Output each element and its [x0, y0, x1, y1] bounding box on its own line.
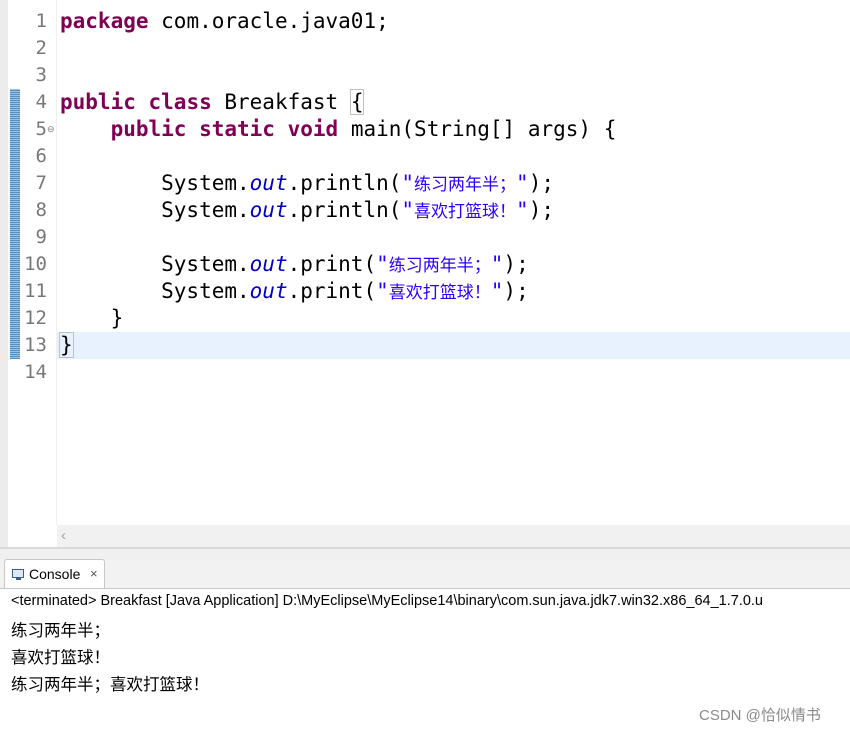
code-token: .println(: [287, 198, 402, 222]
keyword-token: static: [199, 117, 275, 141]
line-number: 4: [35, 91, 47, 113]
field-token: out: [249, 252, 288, 276]
code-line[interactable]: System.out.print("练习两年半；");: [60, 251, 850, 278]
keyword-token: public: [110, 117, 187, 141]
matching-bracket: }: [59, 332, 74, 358]
line-number: 14: [24, 361, 47, 383]
string-literal: "练习两年半；": [401, 171, 529, 195]
chevron-left-icon[interactable]: ‹: [61, 527, 66, 544]
console-output-line: 喜欢打篮球！: [11, 648, 110, 667]
tab-console-label: Console: [29, 566, 81, 582]
code-line[interactable]: [60, 143, 850, 170]
csdn-watermark: CSDN @恰似情书: [699, 707, 821, 724]
code-line[interactable]: package com.oracle.java01;: [60, 8, 850, 35]
code-token: System.: [60, 198, 250, 222]
code-line[interactable]: public class Breakfast {: [60, 89, 850, 116]
code-line[interactable]: [60, 224, 850, 251]
code-editor[interactable]: 1 2 3 4 5 6 7 8 9 10 11 12 13 14 package com.oracle.j…: [0, 0, 850, 549]
code-token: .print(: [287, 252, 377, 276]
string-literal: "练习两年半；": [376, 252, 504, 276]
code-line[interactable]: }: [60, 305, 850, 332]
code-token: );: [528, 198, 554, 222]
console-output-line: 练习两年半；喜欢打篮球！: [11, 675, 209, 694]
view-separator: [0, 549, 850, 559]
code-token: Breakfast: [211, 90, 351, 114]
line-number: 10: [24, 253, 47, 275]
line-number: 11: [24, 280, 47, 302]
field-token: out: [249, 279, 288, 303]
current-code-line[interactable]: }: [57, 332, 850, 359]
code-line[interactable]: System.out.println("练习两年半；");: [60, 170, 850, 197]
code-token: );: [528, 171, 554, 195]
code-line[interactable]: System.out.println("喜欢打篮球！");: [60, 197, 850, 224]
code-token: }: [60, 306, 124, 330]
line-number: 1: [35, 10, 47, 32]
line-number: 12: [24, 307, 47, 329]
code-token: System.: [60, 171, 250, 195]
keyword-token: void: [287, 117, 339, 141]
line-number: 13: [24, 334, 47, 356]
line-number-ruler: 1 2 3 4 5 6 7 8 9 10 11 12 13 14: [20, 0, 57, 525]
collapse-icon[interactable]: ⊖: [47, 116, 55, 143]
code-line[interactable]: [60, 359, 850, 386]
code-line[interactable]: public static void main(String[] args) {: [60, 116, 850, 143]
code-token: com.oracle.java01;: [148, 9, 389, 33]
code-token: System.: [60, 252, 250, 276]
field-token: out: [249, 171, 288, 195]
code-token: );: [503, 252, 529, 276]
keyword-token: public: [60, 90, 136, 114]
tab-console[interactable]: Console ×: [4, 559, 105, 588]
line-number: 9: [35, 226, 47, 248]
console-view: Console × <terminated> Breakfast [Java A…: [0, 559, 850, 733]
code-token: );: [503, 279, 529, 303]
editor-left-strip: [0, 0, 8, 549]
code-token: .println(: [287, 171, 402, 195]
code-token: .print(: [287, 279, 377, 303]
gutter-separator: [56, 0, 57, 525]
horizontal-scrollbar[interactable]: ‹: [57, 525, 850, 547]
line-number: 5: [35, 118, 47, 140]
line-number: 3: [35, 64, 47, 86]
code-line[interactable]: [60, 35, 850, 62]
code-line[interactable]: System.out.print("喜欢打篮球！");: [60, 278, 850, 305]
console-tab-bar: Console ×: [0, 559, 850, 589]
quick-diff-change-bar[interactable]: [10, 89, 20, 359]
matching-bracket: {: [349, 89, 365, 115]
close-icon[interactable]: ×: [90, 566, 98, 581]
string-literal: "喜欢打篮球！": [376, 279, 504, 303]
code-token: System.: [60, 279, 250, 303]
console-status-line: <terminated> Breakfast [Java Application…: [11, 593, 763, 609]
console-icon: [12, 569, 24, 580]
console-output-line: 练习两年半；: [11, 621, 110, 640]
line-number: 6: [35, 145, 47, 167]
code-token: main(String[] args) {: [338, 117, 617, 141]
string-literal: "喜欢打篮球！": [401, 198, 529, 222]
line-number: 2: [35, 37, 47, 59]
keyword-token: package: [60, 9, 149, 33]
line-number: 7: [35, 172, 47, 194]
line-number: 8: [35, 199, 47, 221]
code-line[interactable]: [60, 62, 850, 89]
field-token: out: [249, 198, 288, 222]
keyword-token: class: [148, 90, 212, 114]
